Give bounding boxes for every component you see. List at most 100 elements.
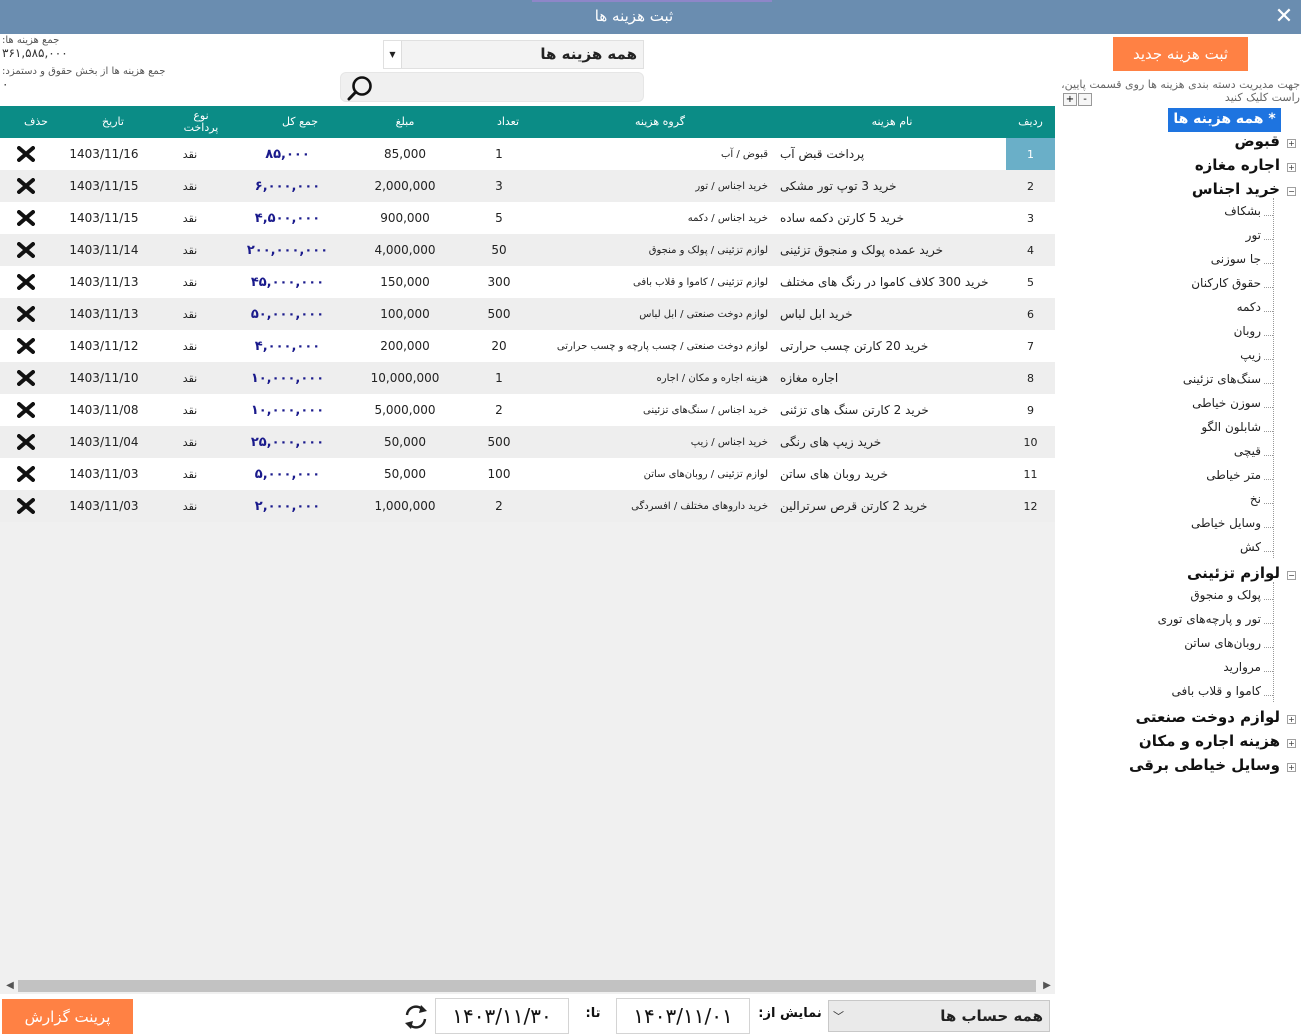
tree-subcategory[interactable]: وسایل خیاطی	[1191, 516, 1261, 538]
table-row[interactable]: 3 خرید 5 کارتن دکمه ساده خرید اجناس / دکمه…	[0, 202, 1055, 234]
scrollbar-thumb[interactable]	[18, 980, 1036, 992]
expense-name: خرید روبان های ساتن	[780, 458, 1004, 490]
tree-root-all-expenses[interactable]: * همه هزینه ها *	[1168, 108, 1281, 150]
tree-category[interactable]: لوازم تزئینی	[1187, 564, 1280, 586]
collapse-all-button[interactable]: -	[1078, 93, 1092, 106]
tree-subcategory[interactable]: زیپ	[1240, 348, 1261, 370]
delete-button[interactable]	[8, 458, 44, 490]
horizontal-scrollbar[interactable]: ◀ ▶	[0, 978, 1055, 994]
search-input[interactable]	[383, 76, 639, 98]
expand-all-button[interactable]: +	[1063, 93, 1077, 106]
delete-icon[interactable]	[17, 402, 35, 418]
close-icon[interactable]: ✕	[1267, 0, 1301, 34]
tree-subcategory[interactable]: روبان‌های ساتن	[1184, 636, 1261, 658]
scroll-left-icon[interactable]: ◀	[2, 978, 18, 994]
tree-subcategory[interactable]: روبان	[1234, 324, 1261, 346]
tree-category[interactable]: قبوض	[1234, 132, 1280, 154]
new-expense-button[interactable]: ثبت هزینه جدید	[1113, 37, 1248, 71]
expense-total: ۶,۰۰۰,۰۰۰	[254, 178, 321, 194]
delete-icon[interactable]	[17, 178, 35, 194]
col-header-group[interactable]: گروه هزینه	[540, 106, 780, 138]
delete-button[interactable]	[8, 170, 44, 202]
delete-icon[interactable]	[17, 338, 35, 354]
col-header-name[interactable]: نام هزینه	[780, 106, 1004, 138]
expand-icon[interactable]: +	[1287, 163, 1296, 172]
delete-icon[interactable]	[17, 370, 35, 386]
table-row[interactable]: 6 خرید ابل لباس لوازم دوخت صنعتی / ابل لبا…	[0, 298, 1055, 330]
table-row[interactable]: 9 خرید 2 کارتن سنگ های تزئنی خرید اجناس / …	[0, 394, 1055, 426]
expense-group-select[interactable]: همه هزینه ها ▼	[383, 40, 644, 69]
tree-category[interactable]: وسایل خیاطی برقی	[1129, 756, 1280, 778]
col-header-payment-type[interactable]: نوع پرداخت	[170, 106, 232, 138]
expense-total: ۴,۵۰۰,۰۰۰	[254, 210, 321, 226]
tree-subcategory[interactable]: دکمه	[1237, 300, 1261, 322]
col-header-date[interactable]: تاریخ	[58, 106, 168, 138]
tree-subcategory[interactable]: سوزن خیاطی	[1192, 396, 1261, 418]
col-header-total[interactable]: جمع کل	[230, 106, 370, 138]
tree-category[interactable]: لوازم دوخت صنعتی	[1136, 708, 1280, 730]
delete-button[interactable]	[8, 298, 44, 330]
table-row[interactable]: 12 خرید 2 کارتن قرص سرترالین خرید داروهای …	[0, 490, 1055, 522]
table-row[interactable]: 4 خرید عمده پولک و منجوق تزئینی لوازم تزئی…	[0, 234, 1055, 266]
tree-subcategory[interactable]: تور و پارچه‌های توری	[1158, 612, 1261, 634]
tree-subcategory[interactable]: تور	[1246, 228, 1261, 250]
tree-subcategory[interactable]: حقوق کارکنان	[1191, 276, 1261, 298]
expand-icon[interactable]: +	[1287, 715, 1296, 724]
tree-category[interactable]: خرید اجناس	[1192, 180, 1280, 202]
chevron-down-icon[interactable]: ﹀	[833, 1008, 844, 1024]
delete-button[interactable]	[8, 362, 44, 394]
delete-icon[interactable]	[17, 146, 35, 162]
scroll-right-icon[interactable]: ▶	[1039, 978, 1055, 994]
delete-icon[interactable]	[17, 274, 35, 290]
tree-category[interactable]: اجاره مغازه	[1195, 156, 1280, 178]
tree-subcategory[interactable]: جا سوزنی	[1211, 252, 1261, 274]
table-row[interactable]: 5 خرید 300 کلاف کاموا در رنگ های مختلف لوا…	[0, 266, 1055, 298]
delete-icon[interactable]	[17, 306, 35, 322]
delete-button[interactable]	[8, 330, 44, 362]
chevron-down-icon[interactable]: ▼	[384, 41, 402, 68]
tree-subcategory[interactable]: متر خیاطی	[1206, 468, 1261, 490]
tree-subcategory[interactable]: کاموا و قلاب بافی	[1172, 684, 1262, 706]
table-row[interactable]: 8 اجاره مغازه هزینه اجاره و مکان / اجاره 1 1…	[0, 362, 1055, 394]
print-report-button[interactable]: پرینت گزارش	[2, 999, 133, 1034]
tree-subcategory[interactable]: کش	[1240, 540, 1261, 562]
delete-icon[interactable]	[17, 210, 35, 226]
col-header-delete[interactable]: حذف	[8, 106, 64, 138]
table-row[interactable]: 10 خرید زیپ های رنگی خرید اجناس / زیپ 500 50…	[0, 426, 1055, 458]
delete-button[interactable]	[8, 490, 44, 522]
delete-icon[interactable]	[17, 498, 35, 514]
tree-subcategory[interactable]: بشکاف	[1224, 204, 1261, 226]
delete-button[interactable]	[8, 426, 44, 458]
collapse-icon[interactable]: −	[1287, 571, 1296, 580]
delete-icon[interactable]	[17, 466, 35, 482]
table-row[interactable]: 11 خرید روبان های ساتن لوازم تزئینی / روبا…	[0, 458, 1055, 490]
table-row[interactable]: 1 پرداخت قبض آب قبوض / آب 1 85,000 ۸۵,۰۰۰ نقد 1…	[0, 138, 1055, 170]
delete-button[interactable]	[8, 266, 44, 298]
col-header-count[interactable]: تعداد	[468, 106, 548, 138]
tree-subcategory[interactable]: نخ	[1250, 492, 1261, 514]
refresh-icon[interactable]	[402, 1003, 430, 1031]
tree-subcategory[interactable]: مروارید	[1223, 660, 1261, 682]
tree-subcategory[interactable]: قیچی	[1234, 444, 1261, 466]
delete-button[interactable]	[8, 138, 44, 170]
expand-icon[interactable]: +	[1287, 139, 1296, 148]
delete-icon[interactable]	[17, 242, 35, 258]
tree-subcategory[interactable]: پولک و منجوق	[1190, 588, 1261, 610]
delete-button[interactable]	[8, 202, 44, 234]
account-select[interactable]: همه حساب ها ﹀	[828, 1000, 1050, 1032]
tree-subcategory[interactable]: سنگ‌های تزئینی	[1183, 372, 1261, 394]
delete-button[interactable]	[8, 234, 44, 266]
search-icon[interactable]	[345, 74, 375, 102]
from-date-field[interactable]: ۱۴۰۳/۱۱/۰۱	[616, 998, 750, 1034]
tree-subcategory[interactable]: شابلون الگو	[1201, 420, 1261, 442]
delete-icon[interactable]	[17, 434, 35, 450]
col-header-index[interactable]: ردیف	[1006, 106, 1055, 138]
tree-category[interactable]: هزینه اجاره و مکان	[1139, 732, 1280, 754]
expand-icon[interactable]: +	[1287, 739, 1296, 748]
delete-button[interactable]	[8, 394, 44, 426]
collapse-icon[interactable]: −	[1287, 187, 1296, 196]
table-row[interactable]: 2 خرید 3 توپ تور مشکی خرید اجناس / تور 3 2,0…	[0, 170, 1055, 202]
table-row[interactable]: 7 خرید 20 کارتن چسب حرارتی لوازم دوخت صنعت…	[0, 330, 1055, 362]
to-date-field[interactable]: ۱۴۰۳/۱۱/۳۰	[435, 998, 569, 1034]
expand-icon[interactable]: +	[1287, 763, 1296, 772]
